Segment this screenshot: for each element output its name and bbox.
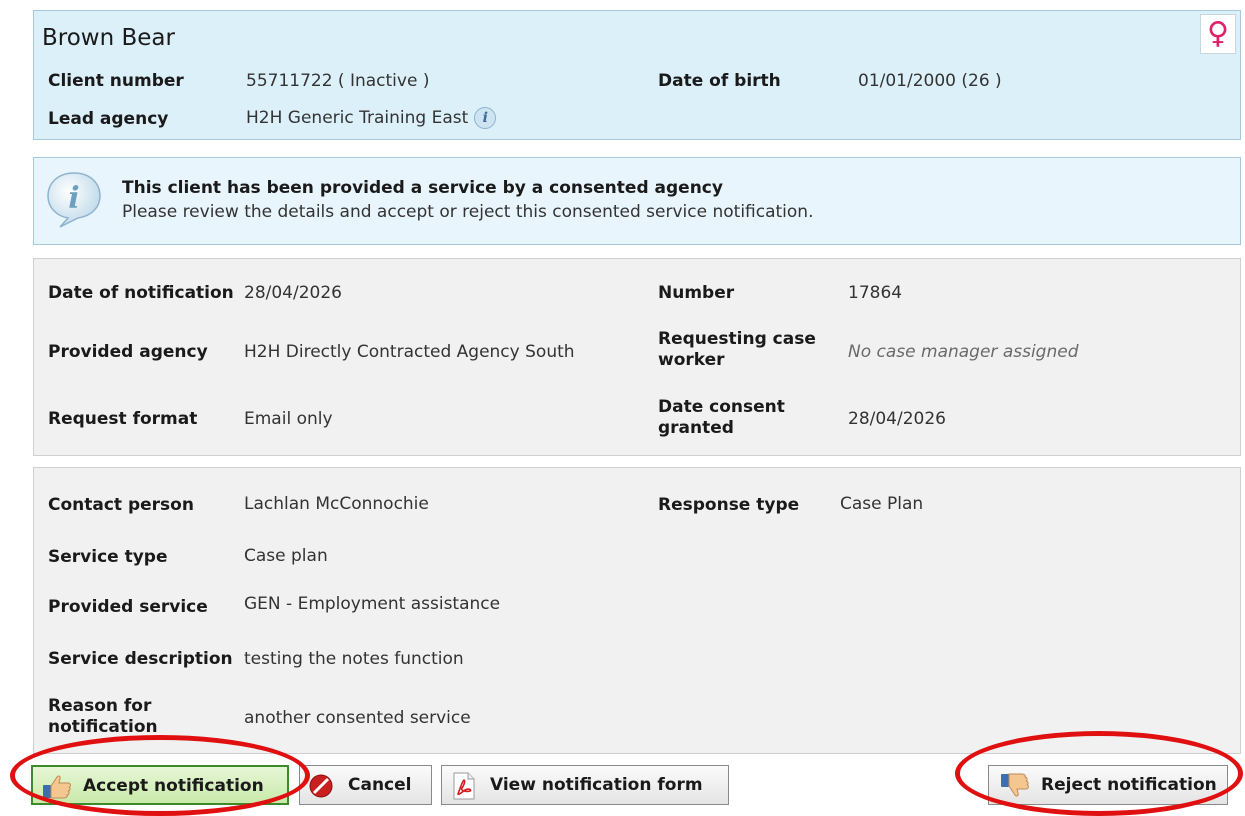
info-banner: i This client has been provided a servic…	[33, 157, 1241, 245]
reject-notification-label: Reject notification	[1041, 775, 1217, 795]
date-consent-granted-label-line2: granted	[658, 418, 734, 438]
info-icon[interactable]: i	[474, 107, 497, 129]
provided-agency-value: H2H Directly Contracted Agency South	[244, 342, 575, 362]
lead-agency: H2H Generic Training East i	[246, 107, 497, 129]
date-of-birth-label: Date of birth	[658, 71, 781, 91]
date-consent-granted-label-line1: Date consent	[658, 397, 785, 417]
number-label: Number	[658, 283, 735, 303]
reason-for-notification-label-line2: notification	[48, 717, 158, 737]
requesting-case-worker-label-line1: Requesting case	[658, 329, 816, 349]
reason-for-notification-label-line1: Reason for	[48, 696, 152, 716]
service-details-panel: Contact person Lachlan McConnochie Respo…	[33, 467, 1241, 754]
contact-person-value: Lachlan McConnochie	[244, 494, 429, 514]
service-type-label: Service type	[48, 547, 168, 567]
requesting-case-worker-value: No case manager assigned	[848, 342, 1079, 362]
thumbs-down-icon	[1001, 773, 1029, 797]
number-value: 17864	[848, 283, 903, 303]
cancel-icon	[309, 774, 333, 798]
service-description-value: testing the notes function	[244, 649, 464, 669]
svg-text:i: i	[68, 181, 79, 216]
client-name: Brown Bear	[42, 25, 175, 51]
date-consent-granted-label: Date consent granted	[658, 397, 785, 439]
view-notification-form-label: View notification form	[490, 775, 703, 795]
notification-details-panel: Date of notification 28/04/2026 Number 1…	[33, 258, 1241, 456]
requesting-case-worker-label-line2: worker	[658, 350, 725, 370]
service-description-label: Service description	[48, 649, 233, 669]
accept-notification-label: Accept notification	[83, 776, 264, 796]
reason-for-notification-label: Reason for notification	[48, 696, 158, 738]
provided-agency-label: Provided agency	[48, 342, 208, 362]
lead-agency-value: H2H Generic Training East	[246, 108, 469, 128]
banner-title: This client has been provided a service …	[122, 178, 723, 198]
date-consent-granted-value: 28/04/2026	[848, 409, 946, 429]
cancel-label: Cancel	[348, 775, 412, 795]
reject-notification-button[interactable]: Reject notification	[988, 765, 1228, 805]
view-notification-form-button[interactable]: View notification form	[441, 765, 729, 805]
service-type-value: Case plan	[244, 546, 328, 566]
requesting-case-worker-label: Requesting case worker	[658, 329, 816, 371]
thumbs-up-icon	[43, 775, 71, 799]
date-of-notification-label: Date of notification	[48, 283, 234, 303]
lead-agency-label: Lead agency	[48, 109, 169, 129]
contact-person-label: Contact person	[48, 495, 194, 515]
reason-for-notification-value: another consented service	[244, 708, 471, 728]
provided-service-value: GEN - Employment assistance	[244, 594, 501, 614]
client-number-label: Client number	[48, 71, 184, 91]
female-gender-icon: ♀	[1200, 14, 1236, 54]
response-type-label: Response type	[658, 495, 800, 515]
request-format-label: Request format	[48, 409, 198, 429]
info-bubble-icon: i	[47, 172, 101, 228]
client-number-value: 55711722 ( Inactive )	[246, 71, 430, 91]
client-header: Brown Bear ♀ Client number 55711722 ( In…	[33, 10, 1241, 140]
request-format-value: Email only	[244, 409, 333, 429]
date-of-notification-value: 28/04/2026	[244, 283, 342, 303]
response-type-value: Case Plan	[840, 494, 924, 514]
pdf-icon	[453, 772, 475, 800]
provided-service-label: Provided service	[48, 597, 208, 617]
accept-notification-button[interactable]: Accept notification	[31, 765, 289, 805]
cancel-button[interactable]: Cancel	[299, 765, 432, 805]
banner-text: Please review the details and accept or …	[122, 202, 814, 222]
date-of-birth-value: 01/01/2000 (26 )	[858, 71, 1002, 91]
